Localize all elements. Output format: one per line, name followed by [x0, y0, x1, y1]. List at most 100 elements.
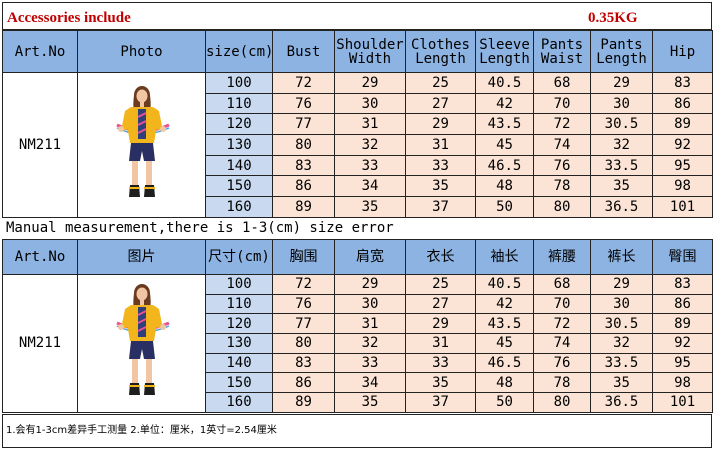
measurement-cell: 34 — [334, 175, 406, 198]
col-photo-cn: 图片 — [77, 239, 206, 275]
col-sleeve-cn: 袖长 — [475, 239, 534, 275]
measurement-cell: 35 — [334, 196, 406, 218]
measurement-cell: 89 — [272, 196, 335, 218]
measurement-cell: 86 — [652, 92, 713, 115]
col-hip-cn: 臀围 — [652, 239, 713, 275]
measurement-cell: 30.5 — [590, 313, 653, 335]
photo-cell — [77, 274, 206, 413]
photo-cell — [77, 72, 206, 218]
measurement-cell: 72 — [272, 274, 335, 295]
col-shoulder-width: Shoulder Width — [334, 30, 406, 73]
size-cell: 130 — [205, 134, 273, 156]
measurement-cell: 72 — [272, 72, 335, 94]
measurement-cell: 92 — [652, 134, 713, 156]
col-photo: Photo — [77, 30, 206, 73]
size-cell: 160 — [205, 392, 273, 413]
measurement-cell: 30 — [334, 92, 406, 115]
measurement-cell: 72 — [533, 313, 591, 335]
measurement-cell: 95 — [652, 352, 713, 374]
measurement-cell: 101 — [652, 196, 713, 218]
col-bust: Bust — [272, 30, 335, 73]
measurement-cell: 29 — [405, 113, 476, 136]
measurement-cell: 30 — [334, 293, 406, 315]
col-hip: Hip — [652, 30, 713, 73]
measurement-cell: 68 — [533, 72, 591, 94]
measurement-cell: 29 — [334, 274, 406, 295]
size-cell: 120 — [205, 313, 273, 335]
col-bust-cn: 胸围 — [272, 239, 335, 275]
footer-notes: 1.会有1-3cm差异手工测量 2.单位：厘米，1英寸=2.54厘米 — [2, 414, 712, 448]
measurement-cell: 89 — [272, 392, 335, 413]
measurement-cell: 34 — [334, 372, 406, 394]
measurement-cell: 37 — [405, 196, 476, 218]
size-cell: 130 — [205, 333, 273, 354]
size-cell: 110 — [205, 293, 273, 315]
measurement-cell: 77 — [272, 313, 335, 335]
size-cell: 150 — [205, 372, 273, 394]
size-cell: 100 — [205, 72, 273, 94]
measurement-cell: 83 — [272, 352, 335, 374]
product-photo — [79, 81, 205, 209]
measurement-cell: 68 — [533, 274, 591, 295]
measurement-cell: 92 — [652, 333, 713, 354]
size-cell: 100 — [205, 274, 273, 295]
col-size-cn: 尺寸(cm) — [205, 239, 273, 275]
table-row: NM211 100 72 29 25 40.5 68 29 83 — [2, 72, 713, 218]
measurement-cell: 36.5 — [590, 392, 653, 413]
measurement-cell: 43.5 — [475, 113, 534, 136]
measurement-cell: 40.5 — [475, 274, 534, 295]
measurement-cell: 72 — [533, 113, 591, 136]
measurement-cell: 45 — [475, 134, 534, 156]
col-size: size(cm) — [205, 30, 273, 73]
measurement-cell: 33.5 — [590, 154, 653, 177]
measurement-cell: 32 — [590, 333, 653, 354]
measurement-cell: 76 — [272, 92, 335, 115]
col-pants-waist-cn: 裤腰 — [533, 239, 591, 275]
measurement-cell: 33.5 — [590, 352, 653, 374]
measurement-cell: 33 — [334, 352, 406, 374]
col-clothes-length-cn: 衣长 — [405, 239, 476, 275]
measurement-cell: 33 — [405, 352, 476, 374]
measurement-cell: 76 — [533, 154, 591, 177]
size-cell: 150 — [205, 175, 273, 198]
measurement-cell: 30.5 — [590, 113, 653, 136]
measurement-cell: 35 — [334, 392, 406, 413]
measurement-cell: 98 — [652, 175, 713, 198]
header-row: Art.No Photo size(cm) Bust Shoulder Widt… — [2, 30, 713, 73]
header-row-cn: Art.No 图片 尺寸(cm) 胸围 肩宽 衣长 袖长 裤腰 裤长 臀围 — [2, 239, 713, 275]
measurement-cell: 48 — [475, 372, 534, 394]
measurement-cell: 30 — [590, 92, 653, 115]
measurement-cell: 31 — [334, 113, 406, 136]
size-cell: 120 — [205, 113, 273, 136]
col-clothes-length: Clothes Length — [405, 30, 476, 73]
measurement-cell: 46.5 — [475, 352, 534, 374]
size-cell: 110 — [205, 92, 273, 115]
measurement-cell: 40.5 — [475, 72, 534, 94]
accessories-title: Accessories include — [7, 10, 131, 26]
measurement-cell: 78 — [533, 372, 591, 394]
measurement-cell: 35 — [590, 175, 653, 198]
measurement-cell: 77 — [272, 113, 335, 136]
measurement-cell: 33 — [334, 154, 406, 177]
size-cell: 140 — [205, 154, 273, 177]
measurement-cell: 32 — [334, 134, 406, 156]
measurement-cell: 35 — [590, 372, 653, 394]
size-cell: 140 — [205, 352, 273, 374]
measurement-cell: 31 — [334, 313, 406, 335]
measurement-cell: 42 — [475, 293, 534, 315]
measurement-cell: 86 — [272, 372, 335, 394]
measurement-cell: 29 — [405, 313, 476, 335]
measurement-cell: 74 — [533, 333, 591, 354]
measurement-cell: 50 — [475, 392, 534, 413]
measurement-cell: 101 — [652, 392, 713, 413]
art-no-cell: NM211 — [2, 72, 78, 218]
measurement-cell: 78 — [533, 175, 591, 198]
measurement-cell: 43.5 — [475, 313, 534, 335]
col-art-no: Art.No — [2, 30, 78, 73]
measurement-cell: 83 — [652, 274, 713, 295]
col-shoulder-cn: 肩宽 — [334, 239, 406, 275]
measurement-cell: 31 — [405, 333, 476, 354]
measurement-cell: 89 — [652, 113, 713, 136]
measurement-cell: 80 — [533, 392, 591, 413]
art-no-cell: NM211 — [2, 274, 78, 413]
